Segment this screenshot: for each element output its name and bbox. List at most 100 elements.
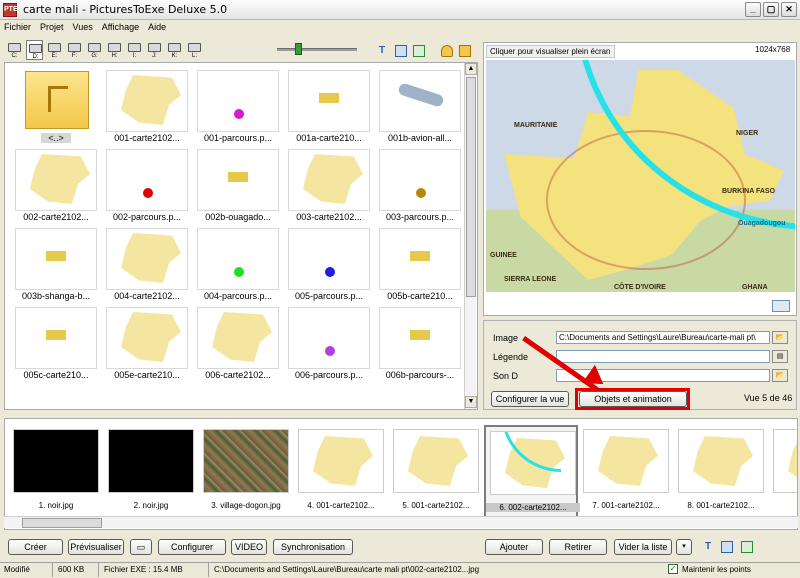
grid-item[interactable]: 006b-parcours-... <box>375 304 465 382</box>
grid-item[interactable]: 003-parcours.p... <box>375 146 465 224</box>
scroll-up-button[interactable]: ▲ <box>465 63 477 75</box>
grid-item[interactable]: 004-parcours.p... <box>193 225 283 303</box>
grid-item-label: 001-parcours.p... <box>203 133 273 143</box>
synchronisation-button[interactable]: Synchronisation <box>273 539 353 555</box>
list-menu-icon[interactable]: ▾ <box>676 539 692 555</box>
configure-view-button[interactable]: Configurer la vue <box>491 391 569 407</box>
scroll-thumb[interactable] <box>466 77 476 297</box>
timeline-slide[interactable]: 5. 001-carte2102... <box>389 425 483 519</box>
timeline-slide[interactable]: 1. noir.jpg <box>9 425 103 519</box>
grid-item[interactable]: 001a-carte210... <box>284 67 374 145</box>
maximize-button[interactable]: ▢ <box>763 2 779 17</box>
slide-thumbnail <box>13 429 99 493</box>
edit-legende-icon[interactable]: ▤ <box>772 350 788 363</box>
folder-view-icon[interactable]: ▭ <box>130 539 152 555</box>
legende-field[interactable] <box>556 350 770 363</box>
drive-button[interactable]: C: <box>6 40 23 60</box>
drive-button[interactable]: J: <box>146 40 163 60</box>
grid-item-label: 002-carte2102... <box>23 212 89 222</box>
timeline-slide[interactable]: 4. 001-carte2102... <box>294 425 388 519</box>
legende-label: Légende <box>493 352 529 362</box>
timeline-slide[interactable]: 8. 001-carte2102... <box>674 425 768 519</box>
copy-icon[interactable] <box>395 45 407 57</box>
grid-item[interactable]: 005b-carte210... <box>375 225 465 303</box>
image-path-field[interactable]: C:\Documents and Settings\Laure\Bureau\c… <box>556 331 770 344</box>
clear-list-button[interactable]: Vider la liste <box>614 539 672 555</box>
remove-button[interactable]: Retirer <box>549 539 607 555</box>
video-button[interactable]: VIDEO <box>231 539 267 555</box>
edit-image-icon[interactable] <box>413 45 425 57</box>
thumbnail-image <box>379 307 461 369</box>
grid-item[interactable]: 003-carte2102... <box>284 146 374 224</box>
map-fragment <box>228 172 248 182</box>
menu-vues[interactable]: Vues <box>73 22 93 32</box>
folder-up-icon[interactable] <box>459 45 471 57</box>
map-thumbnail <box>788 436 797 486</box>
grid-item[interactable]: <..> <box>11 67 101 145</box>
preview-button[interactable]: Prévisualiser <box>68 539 124 555</box>
menu-projet[interactable]: Projet <box>40 22 64 32</box>
zoom-slider-track[interactable] <box>277 48 357 51</box>
drive-button[interactable]: E: <box>46 40 63 60</box>
grid-item[interactable]: 006-carte2102... <box>193 304 283 382</box>
browse-image-icon[interactable]: 📂 <box>772 331 788 344</box>
add-button[interactable]: Ajouter <box>485 539 543 555</box>
grid-item[interactable]: 001-carte2102... <box>102 67 192 145</box>
drive-button[interactable]: G: <box>86 40 103 60</box>
menu-affichage[interactable]: Affichage <box>102 22 139 32</box>
route-marker <box>416 188 426 198</box>
preview-image[interactable]: MAURITANIE NIGER BURKINA FASO GUINEE CÔT… <box>486 60 795 292</box>
timeline-slide[interactable]: 3. village-dogon.jpg <box>199 425 293 519</box>
thumbnail-image <box>288 228 370 290</box>
grid-item[interactable]: 002-parcours.p... <box>102 146 192 224</box>
slide-thumbnail <box>773 429 797 493</box>
timeline-slide[interactable]: 9. 0 <box>769 425 797 519</box>
drive-button[interactable]: H: <box>106 40 123 60</box>
grid-item[interactable]: 005e-carte210... <box>102 304 192 382</box>
text-icon[interactable]: T <box>376 45 388 57</box>
preview-expand-icon[interactable] <box>772 300 790 312</box>
zoom-slider-thumb[interactable] <box>294 43 302 55</box>
grid-item[interactable]: 002-carte2102... <box>11 146 101 224</box>
grid-item[interactable]: 005c-carte210... <box>11 304 101 382</box>
drive-icon <box>29 44 42 53</box>
timeline-slide[interactable]: 7. 001-carte2102... <box>579 425 673 519</box>
maintain-points-checkbox[interactable]: ✓ <box>668 564 678 574</box>
timeline-slide[interactable]: 6. 002-carte2102... <box>484 425 580 519</box>
grid-item-label: <..> <box>41 133 71 143</box>
open-folder-icon[interactable] <box>441 45 453 57</box>
scroll-down-button[interactable]: ▼ <box>465 396 477 408</box>
grid-item[interactable]: 001b-avion-all... <box>375 67 465 145</box>
drive-button[interactable]: I: <box>126 40 143 60</box>
drive-button[interactable]: F: <box>66 40 83 60</box>
grid-item[interactable]: 001-parcours.p... <box>193 67 283 145</box>
drive-button[interactable]: D: <box>26 40 43 60</box>
minimize-button[interactable]: _ <box>745 2 761 17</box>
map-fragment <box>319 93 339 103</box>
timeline-scroll-thumb[interactable] <box>22 518 102 528</box>
edit-image-icon[interactable] <box>741 541 753 553</box>
drive-button[interactable]: L: <box>186 40 203 60</box>
file-thumbnail-grid[interactable]: <..> 001-carte2102... 001-parcours.p... 001… <box>4 62 478 410</box>
copy-icon[interactable] <box>721 541 733 553</box>
grid-item-label: 001-carte2102... <box>114 133 180 143</box>
text-icon[interactable]: T <box>702 541 714 553</box>
grid-item[interactable]: 005-parcours.p... <box>284 225 374 303</box>
timeline-slide[interactable]: 2. noir.jpg <box>104 425 198 519</box>
status-path: C:\Documents and Settings\Laure\Bureau\c… <box>214 565 480 574</box>
grid-vertical-scrollbar[interactable]: ▲ ▼ <box>464 63 477 409</box>
close-button[interactable]: ✕ <box>781 2 797 17</box>
browse-sound-icon[interactable]: 📂 <box>772 369 788 382</box>
timeline-horizontal-scrollbar[interactable] <box>4 516 798 528</box>
menu-fichier[interactable]: Fichier <box>4 22 31 32</box>
configure-button[interactable]: Configurer <box>158 539 226 555</box>
grid-item[interactable]: 004-carte2102... <box>102 225 192 303</box>
grid-item[interactable]: 002b-ouagado... <box>193 146 283 224</box>
app-icon[interactable]: PTE <box>3 2 18 17</box>
slide-timeline[interactable]: 1. noir.jpg 2. noir.jpg 3. village-dogon.j… <box>4 418 798 530</box>
menu-aide[interactable]: Aide <box>148 22 166 32</box>
grid-item[interactable]: 006-parcours.p... <box>284 304 374 382</box>
drive-button[interactable]: K: <box>166 40 183 60</box>
grid-item[interactable]: 003b-shanga-b... <box>11 225 101 303</box>
create-button[interactable]: Créer <box>8 539 63 555</box>
